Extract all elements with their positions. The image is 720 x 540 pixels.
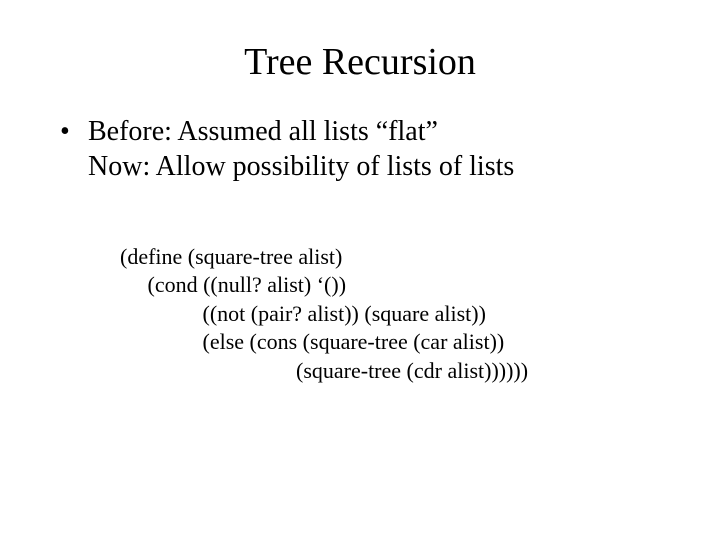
bullet-list: Before: Assumed all lists “flat” Now: Al… [60, 114, 670, 184]
code-line: (else (cons (square-tree (car alist)) [120, 329, 504, 354]
code-block: (define (square-tree alist) (cond ((null… [60, 214, 670, 414]
code-line: (define (square-tree alist) [120, 244, 342, 269]
bullet-line-2: Now: Allow possibility of lists of lists [88, 151, 514, 182]
slide-body: Before: Assumed all lists “flat” Now: Al… [0, 114, 720, 414]
code-line: (square-tree (cdr alist)))))) [120, 358, 528, 383]
slide-title: Tree Recursion [0, 0, 720, 114]
bullet-item: Before: Assumed all lists “flat” Now: Al… [60, 114, 670, 184]
bullet-line-1: Before: Assumed all lists “flat” [88, 116, 438, 147]
code-line: (cond ((null? alist) ‘()) [120, 272, 346, 297]
slide: Tree Recursion Before: Assumed all lists… [0, 0, 720, 540]
code-line: ((not (pair? alist)) (square alist)) [120, 301, 486, 326]
